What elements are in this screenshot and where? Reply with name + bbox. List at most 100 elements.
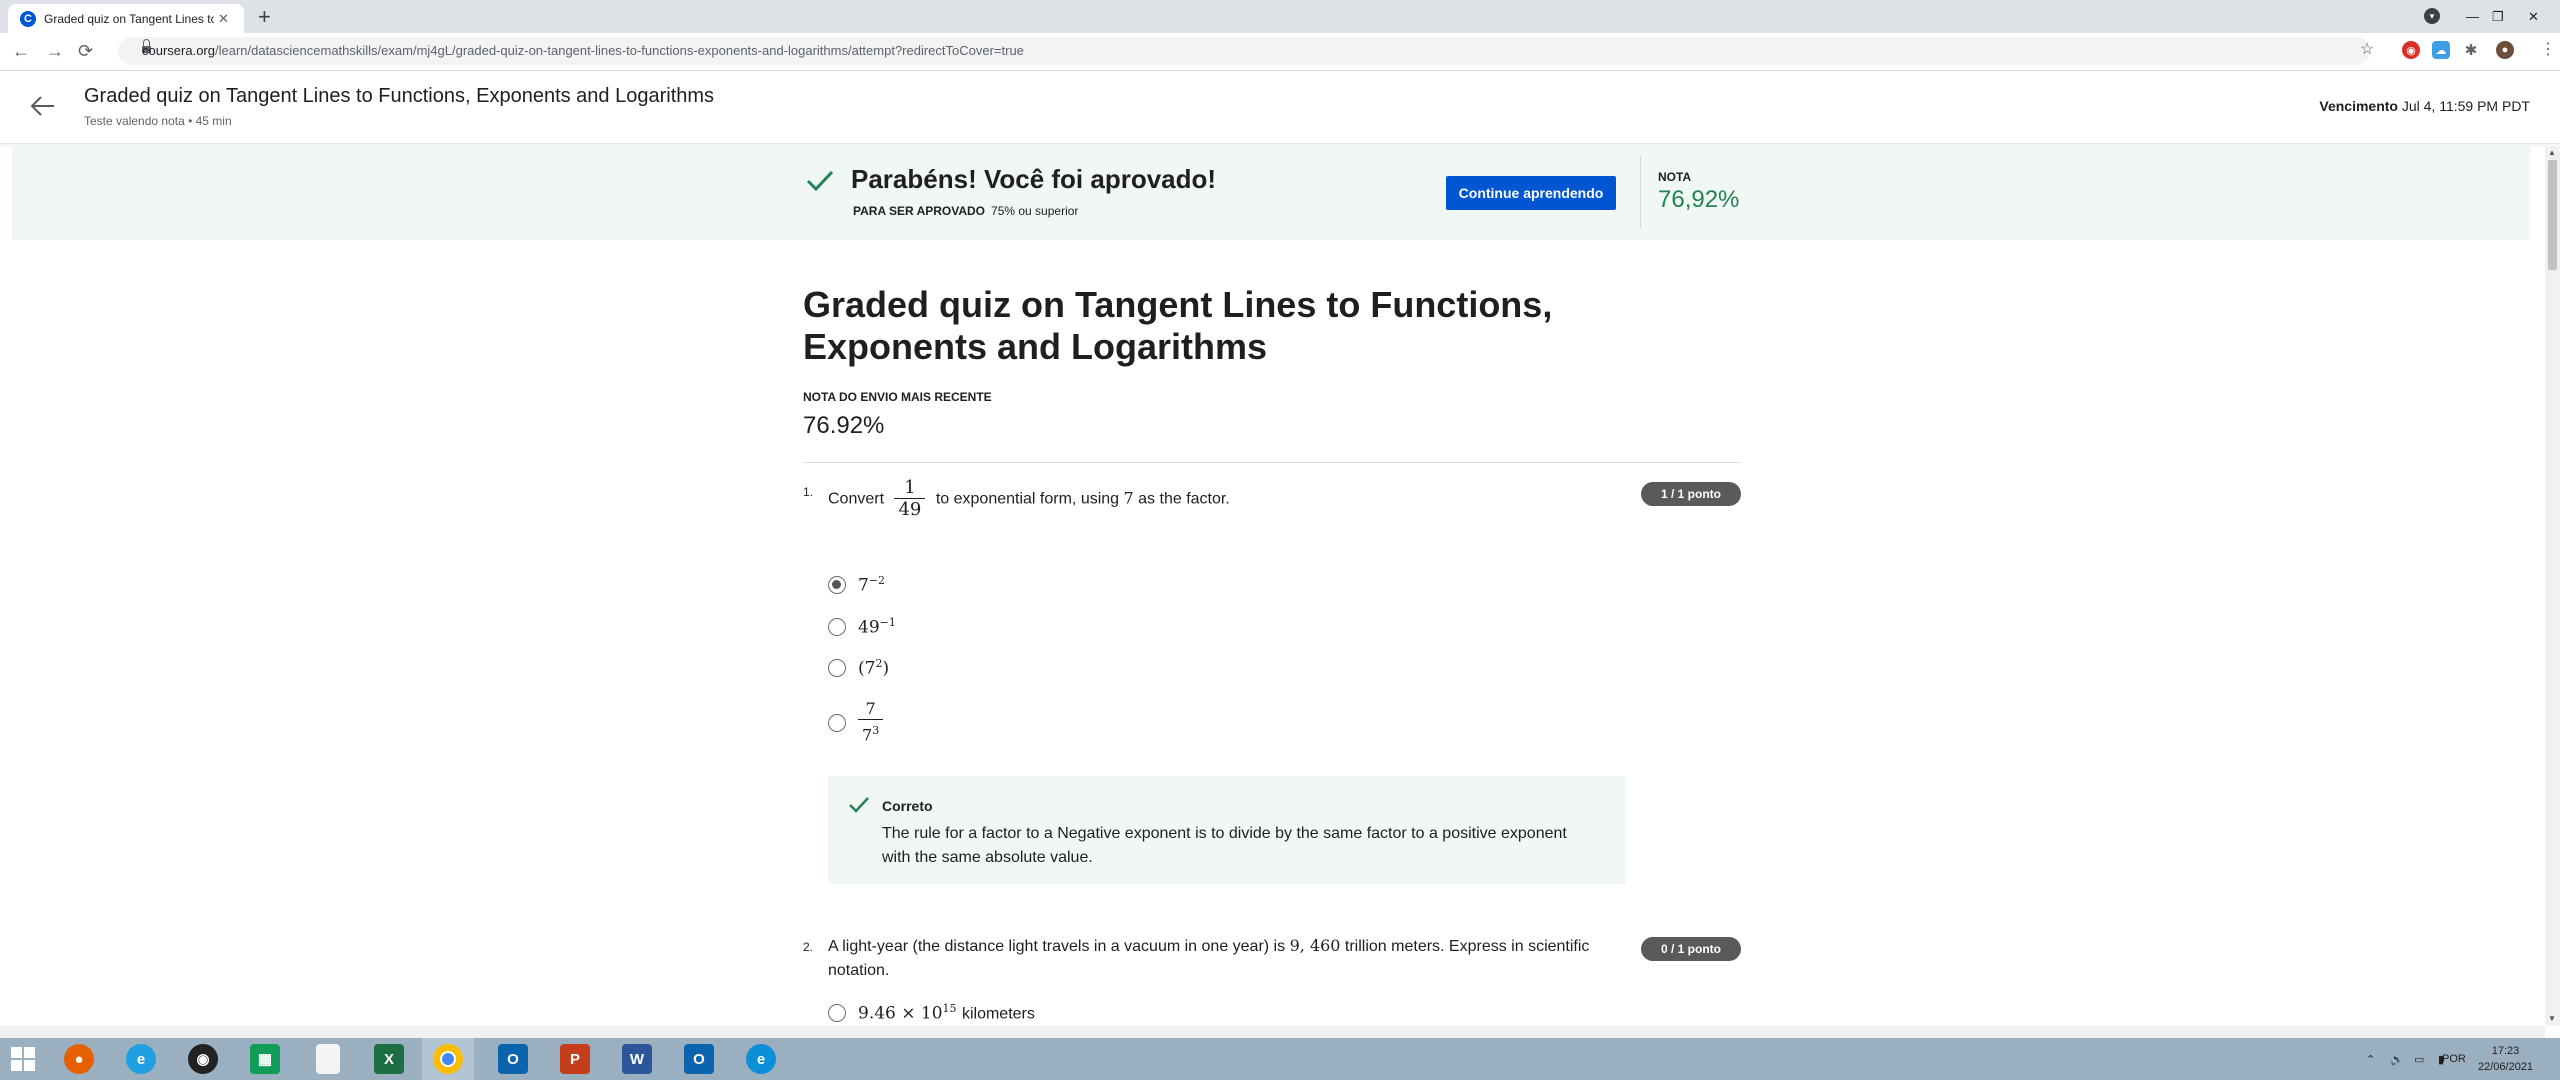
continue-learning-button[interactable]: Continue aprendendo [1446,176,1616,210]
close-window-button[interactable]: ✕ [2528,0,2539,33]
url-domain: coursera.org [142,43,215,58]
chrome-icon[interactable] [433,1044,463,1074]
network-icon[interactable]: ▭ [2414,1038,2424,1080]
fraction-denominator: 73 [858,719,884,746]
bookmark-star-icon[interactable]: ☆ [2360,40,2374,60]
option-label: 9.46 × 1015 kilometers [858,1002,1035,1024]
question-text-end: as the factor. [1138,490,1230,508]
option-base: (7 [858,658,876,679]
question-text: A light-year (the distance light travels… [828,934,1628,983]
pass-label: PARA SER APROVADO [853,204,986,218]
volume-icon[interactable]: 🔈 [2390,1038,2404,1080]
due-label: Vencimento [2319,98,2398,114]
start-icon[interactable] [10,1044,36,1074]
option-label: 7−2 [858,574,885,596]
tab-title: Graded quiz on Tangent Lines to [44,11,214,26]
horizontal-scrollbar[interactable] [0,1026,2545,1038]
scroll-up-icon[interactable]: ▲ [2548,148,2556,157]
extensions-puzzle-icon[interactable]: ✱ [2462,41,2480,59]
radio[interactable] [828,617,846,636]
option-fraction: 7 73 [858,699,884,746]
question-value: 9, 460 [1289,936,1341,955]
firefox-icon[interactable]: ● [64,1044,94,1074]
file-icon[interactable] [316,1044,340,1074]
question-factor: 7 [1123,488,1134,508]
profile-avatar[interactable]: ● [2496,41,2514,59]
obs-icon[interactable]: ◉ [188,1044,218,1074]
clock-time: 17:23 [2491,1045,2520,1057]
question-number: 1. [803,485,814,499]
answer-option[interactable]: (72) [828,657,889,679]
minimize-button[interactable]: — [2466,0,2479,33]
back-arrow-icon[interactable] [28,91,58,121]
option-base: 7 [862,725,873,745]
points-badge: 1 / 1 ponto [1641,482,1741,506]
scrollbar-thumb[interactable] [2548,160,2557,270]
address-bar[interactable]: coursera.org/learn/datasciencemathskills… [118,37,2370,65]
header-quiz-title: Graded quiz on Tangent Lines to Function… [84,85,715,107]
feedback-text: The rule for a factor to a Negative expo… [882,825,1567,866]
fraction-numerator: 1 [904,477,916,498]
browser-toolbar: ← → ⟳ coursera.org/learn/datasciencemath… [0,33,2560,71]
quiz-header: Graded quiz on Tangent Lines to Function… [0,71,2560,144]
fraction-denominator: 49 [894,498,926,521]
excel-icon[interactable]: X [374,1044,404,1074]
feedback-box: Correto The rule for a factor to a Negat… [828,776,1626,884]
forward-nav-icon[interactable]: → [46,41,64,61]
radio[interactable] [828,658,846,677]
sheets-icon[interactable]: ▦ [250,1044,280,1074]
reload-icon[interactable]: ⟳ [78,41,93,61]
due-date: Vencimento Jul 4, 11:59 PM PDT [2319,98,2530,114]
outlook-icon[interactable]: O [498,1044,528,1074]
check-icon [805,166,835,196]
option-label: 49−1 [858,616,896,638]
word-icon[interactable]: W [622,1044,652,1074]
scroll-down-icon[interactable]: ▼ [2548,1014,2556,1023]
question-text-after: to exponential form, using [935,490,1120,508]
outlook-2-icon[interactable]: O [684,1044,714,1074]
extension-red-icon[interactable]: ◉ [2402,41,2420,59]
tab-close-icon[interactable]: ✕ [218,11,229,27]
fraction-numerator: 7 [865,699,876,718]
check-icon [848,794,870,816]
answer-option[interactable]: 7 73 [828,699,889,746]
vertical-scrollbar[interactable]: ▲ ▼ [2545,146,2560,1026]
new-tab-button[interactable]: + [258,5,271,29]
tab-search-icon[interactable]: ▾ [2424,8,2440,24]
internet-explorer-icon[interactable]: e [126,1044,156,1074]
maximize-button[interactable]: ❐ [2492,0,2504,33]
tray-chevron-icon[interactable]: ⌃ [2366,1038,2375,1080]
browser-menu-icon[interactable]: ⋮ [2540,40,2556,60]
pass-title: Parabéns! Você foi aprovado! [851,164,1217,194]
option-base: 7 [858,575,869,596]
browser-tab[interactable]: C Graded quiz on Tangent Lines to ✕ [8,4,244,33]
coursera-favicon-icon: C [20,10,36,27]
radio-selected[interactable] [828,575,846,594]
answer-option[interactable]: 7−2 [828,574,885,596]
cloud-extension-icon[interactable]: ☁ [2432,41,2450,59]
clock[interactable]: 17:23 22/06/2021 [2478,1043,2533,1075]
points-badge: 0 / 1 ponto [1641,937,1741,961]
question-text-before: A light-year (the distance light travels… [828,938,1286,955]
back-nav-icon[interactable]: ← [12,41,30,61]
question-fraction: 1 49 [894,477,926,521]
recent-grade-label: NOTA DO ENVIO MAIS RECENTE [803,390,992,404]
language-indicator[interactable]: POR [2442,1038,2466,1080]
pass-value: 75% ou superior [991,204,1079,218]
answer-option[interactable]: 49−1 [828,616,896,638]
radio[interactable] [828,1003,846,1022]
answer-option[interactable]: 9.46 × 1015 kilometers [828,1002,1035,1024]
edge-icon[interactable]: e [746,1044,776,1074]
option-unit: kilometers [961,1005,1035,1023]
question-text: Convert 1 49 to exponential form, using … [828,478,1230,521]
page-title: Graded quiz on Tangent Lines to Function… [803,284,1553,367]
feedback-label: Correto [882,798,933,814]
option-label: (72) [858,657,889,679]
powerpoint-icon[interactable]: P [560,1044,590,1074]
header-quiz-subtitle: Teste valendo nota • 45 min [84,114,232,128]
url-text[interactable]: coursera.org/learn/datasciencemathskills… [142,43,1024,58]
option-tail: ) [882,658,890,679]
windows-taskbar: ● e ◉ ▦ X O P W O e ⌃ 🔈 ▭ ▮ POR 17:23 22… [0,1038,2560,1080]
radio[interactable] [828,713,846,732]
option-exponent: 15 [942,1002,957,1015]
